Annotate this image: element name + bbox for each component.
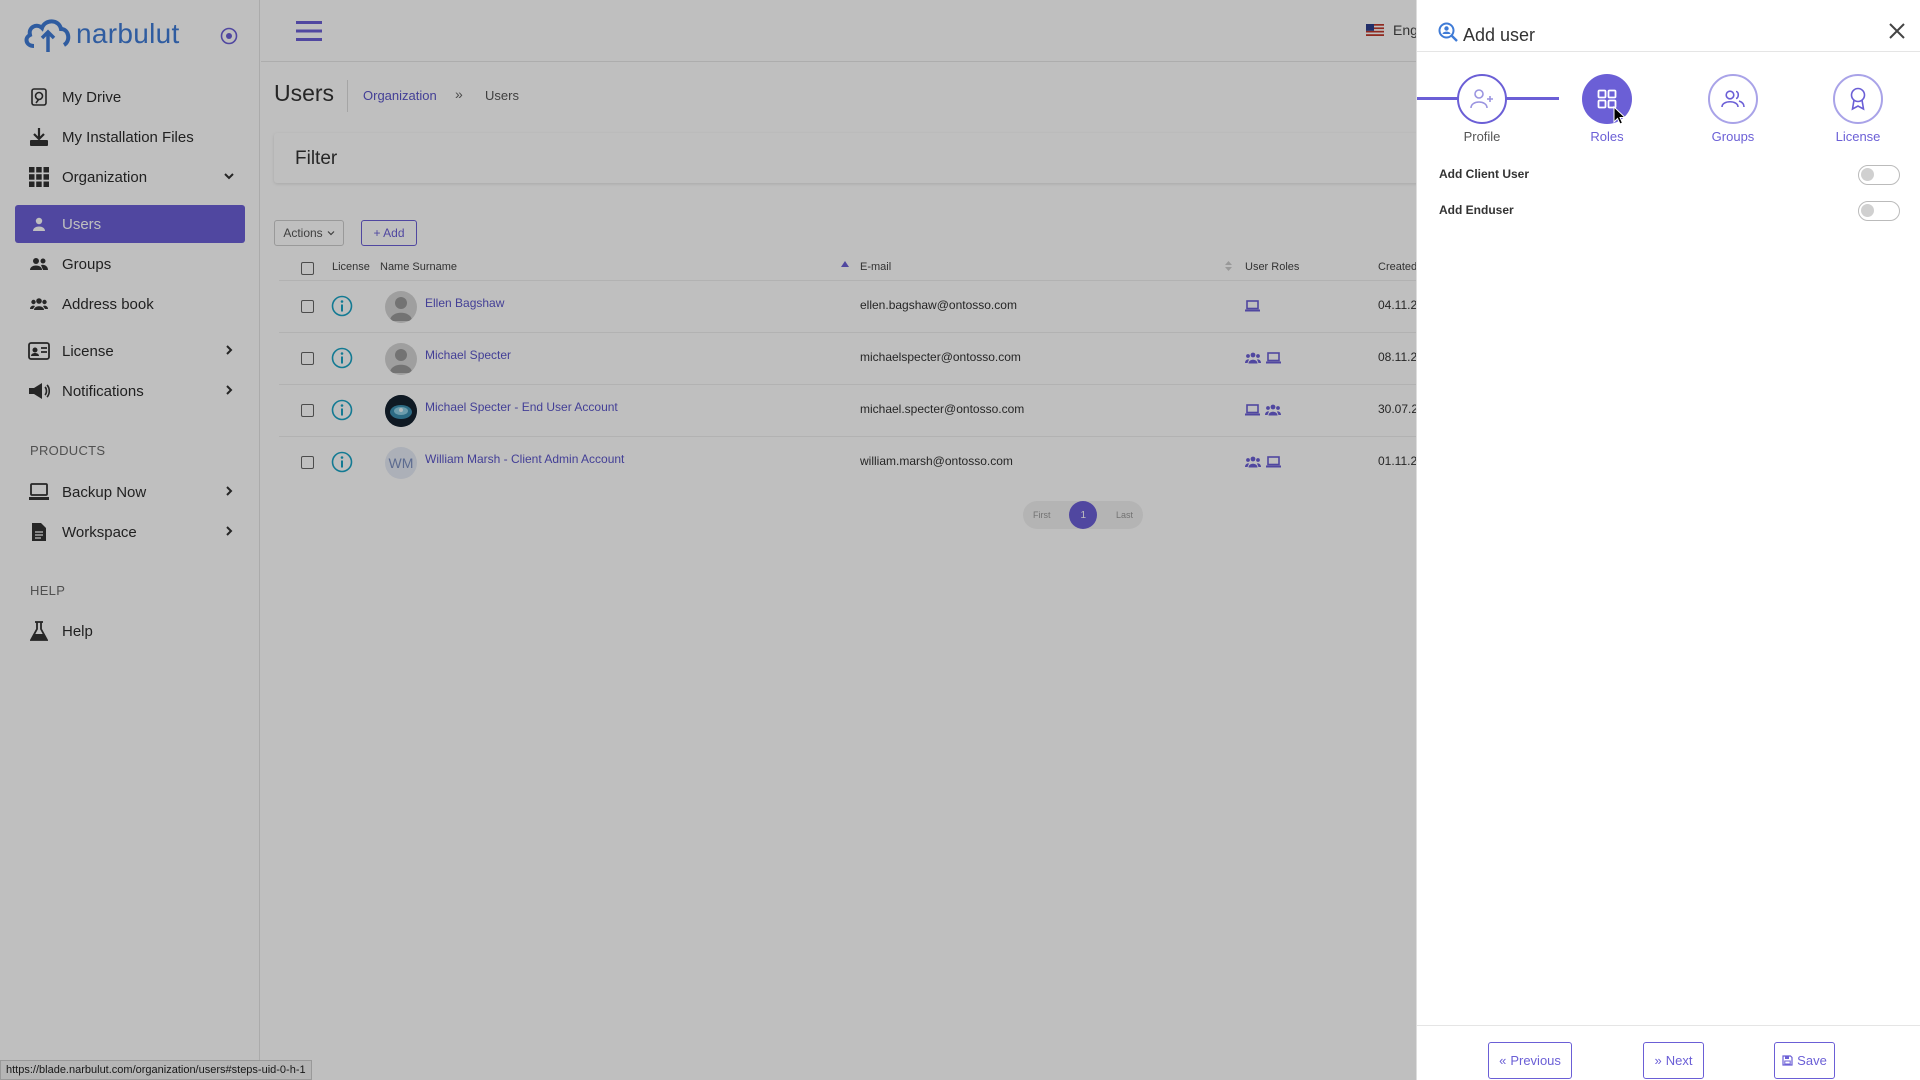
add-enduser-label: Add Enduser [1439,203,1514,217]
add-client-user-toggle[interactable] [1858,165,1900,185]
previous-label: Previous [1510,1053,1561,1068]
next-button[interactable]: » Next [1643,1042,1704,1079]
double-chevron-left-icon: « [1499,1053,1507,1068]
add-enduser-toggle[interactable] [1858,201,1900,221]
step-license[interactable] [1833,74,1883,124]
drawer-header: Add user [1417,0,1920,52]
step-label-profile: Profile [1463,129,1501,144]
previous-button[interactable]: « Previous [1488,1042,1572,1079]
close-icon[interactable] [1887,21,1907,41]
user-search-icon [1438,22,1458,42]
stepper-connector [1507,97,1559,100]
modal-backdrop[interactable] [0,0,1416,1080]
step-label-roles: Roles [1590,129,1624,144]
user-plus-icon [1470,89,1493,109]
step-label-groups: Groups [1711,129,1755,144]
step-label-license: License [1835,129,1881,144]
mouse-cursor-icon [1613,106,1627,125]
step-profile[interactable] [1457,74,1507,124]
drawer-title: Add user [1463,25,1536,45]
save-label: Save [1797,1053,1827,1068]
award-icon [1850,87,1866,111]
double-chevron-right-icon: » [1654,1053,1662,1068]
toggle-knob [1861,204,1874,217]
save-button[interactable]: Save [1774,1042,1835,1079]
add-client-user-label: Add Client User [1439,167,1530,181]
groups-icon [1721,90,1745,108]
add-user-drawer: Add user Profile Roles Groups License Ad… [1416,0,1920,1080]
step-groups[interactable] [1708,74,1758,124]
floppy-disk-icon [1782,1055,1793,1066]
drawer-footer: « Previous » Next Save [1417,1025,1920,1080]
toggle-knob [1861,168,1874,181]
next-label: Next [1665,1053,1693,1068]
